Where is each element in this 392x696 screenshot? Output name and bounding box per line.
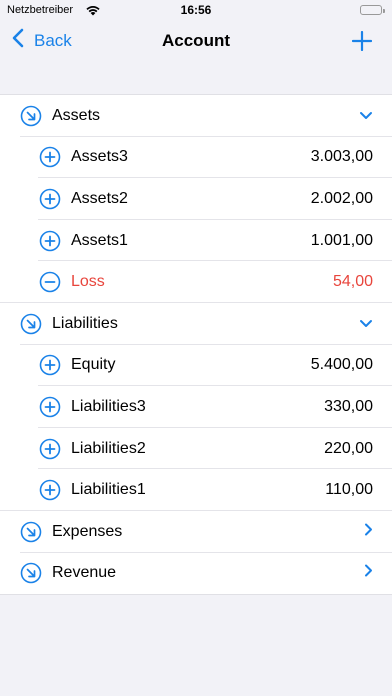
chevron-down-icon[interactable]: [359, 315, 373, 333]
group-row-assets[interactable]: Assets: [0, 95, 392, 137]
account-amount: 5.400,00: [310, 356, 373, 374]
account-label: Liabilities3: [71, 397, 146, 415]
account-row-assets2[interactable]: Assets2 2.002,00: [0, 178, 392, 220]
plus-circle-icon: [39, 438, 61, 460]
arrow-down-right-circle-icon: [20, 562, 42, 584]
account-amount: 2.002,00: [310, 189, 373, 207]
account-label: Equity: [71, 356, 116, 374]
plus-circle-icon: [39, 396, 61, 418]
account-label: Liabilities2: [71, 439, 146, 457]
account-amount: 54,00: [332, 273, 373, 291]
group-label: Assets: [52, 106, 101, 124]
arrow-down-right-circle-icon: [20, 313, 42, 335]
account-list: Assets Assets3 3.003,00 Assets2 2.002,00…: [0, 94, 392, 596]
account-label: Liabilities1: [71, 481, 146, 499]
account-row-liabilities2[interactable]: Liabilities2 220,00: [0, 428, 392, 470]
account-amount: 3.003,00: [310, 148, 373, 166]
chevron-right-icon[interactable]: [363, 564, 373, 583]
plus-icon: [351, 30, 373, 55]
account-amount: 330,00: [324, 397, 373, 415]
plus-circle-icon: [39, 479, 61, 501]
group-row-revenue[interactable]: Revenue: [0, 553, 392, 595]
account-row-liabilities1[interactable]: Liabilities1 110,00: [0, 469, 392, 511]
add-account-button[interactable]: [351, 30, 373, 56]
account-label: Assets3: [71, 148, 128, 166]
account-row-equity[interactable]: Equity 5.400,00: [0, 345, 392, 387]
clock: 16:56: [180, 3, 212, 17]
plus-circle-icon: [39, 230, 61, 252]
account-row-liabilities3[interactable]: Liabilities3 330,00: [0, 386, 392, 428]
page-title: Account: [162, 31, 230, 50]
minus-circle-icon: [39, 271, 61, 293]
group-label: Liabilities: [52, 314, 118, 332]
account-amount: 1.001,00: [310, 231, 373, 249]
chevron-right-icon[interactable]: [363, 522, 373, 541]
plus-circle-icon: [39, 146, 61, 168]
status-bar: Netzbetreiber 16:56: [0, 0, 392, 20]
group-row-liabilities[interactable]: Liabilities: [0, 303, 392, 345]
account-label: Assets2: [71, 189, 128, 207]
plus-circle-icon: [39, 354, 61, 376]
account-row-assets1[interactable]: Assets1 1.001,00: [0, 220, 392, 262]
plus-circle-icon: [39, 188, 61, 210]
group-label: Expenses: [52, 522, 123, 540]
arrow-down-right-circle-icon: [20, 521, 42, 543]
group-label: Revenue: [52, 564, 117, 582]
arrow-down-right-circle-icon: [20, 105, 42, 127]
group-row-expenses[interactable]: Expenses: [0, 511, 392, 553]
account-row-loss[interactable]: Loss 54,00: [0, 261, 392, 303]
navigation-bar: Back Account: [0, 20, 392, 60]
account-label: Assets1: [71, 231, 128, 249]
account-label: Loss: [71, 273, 105, 291]
account-amount: 220,00: [324, 439, 373, 457]
battery-icon: [360, 5, 385, 15]
account-amount: 110,00: [325, 481, 373, 499]
chevron-down-icon[interactable]: [359, 107, 373, 125]
account-row-assets3[interactable]: Assets3 3.003,00: [0, 137, 392, 179]
